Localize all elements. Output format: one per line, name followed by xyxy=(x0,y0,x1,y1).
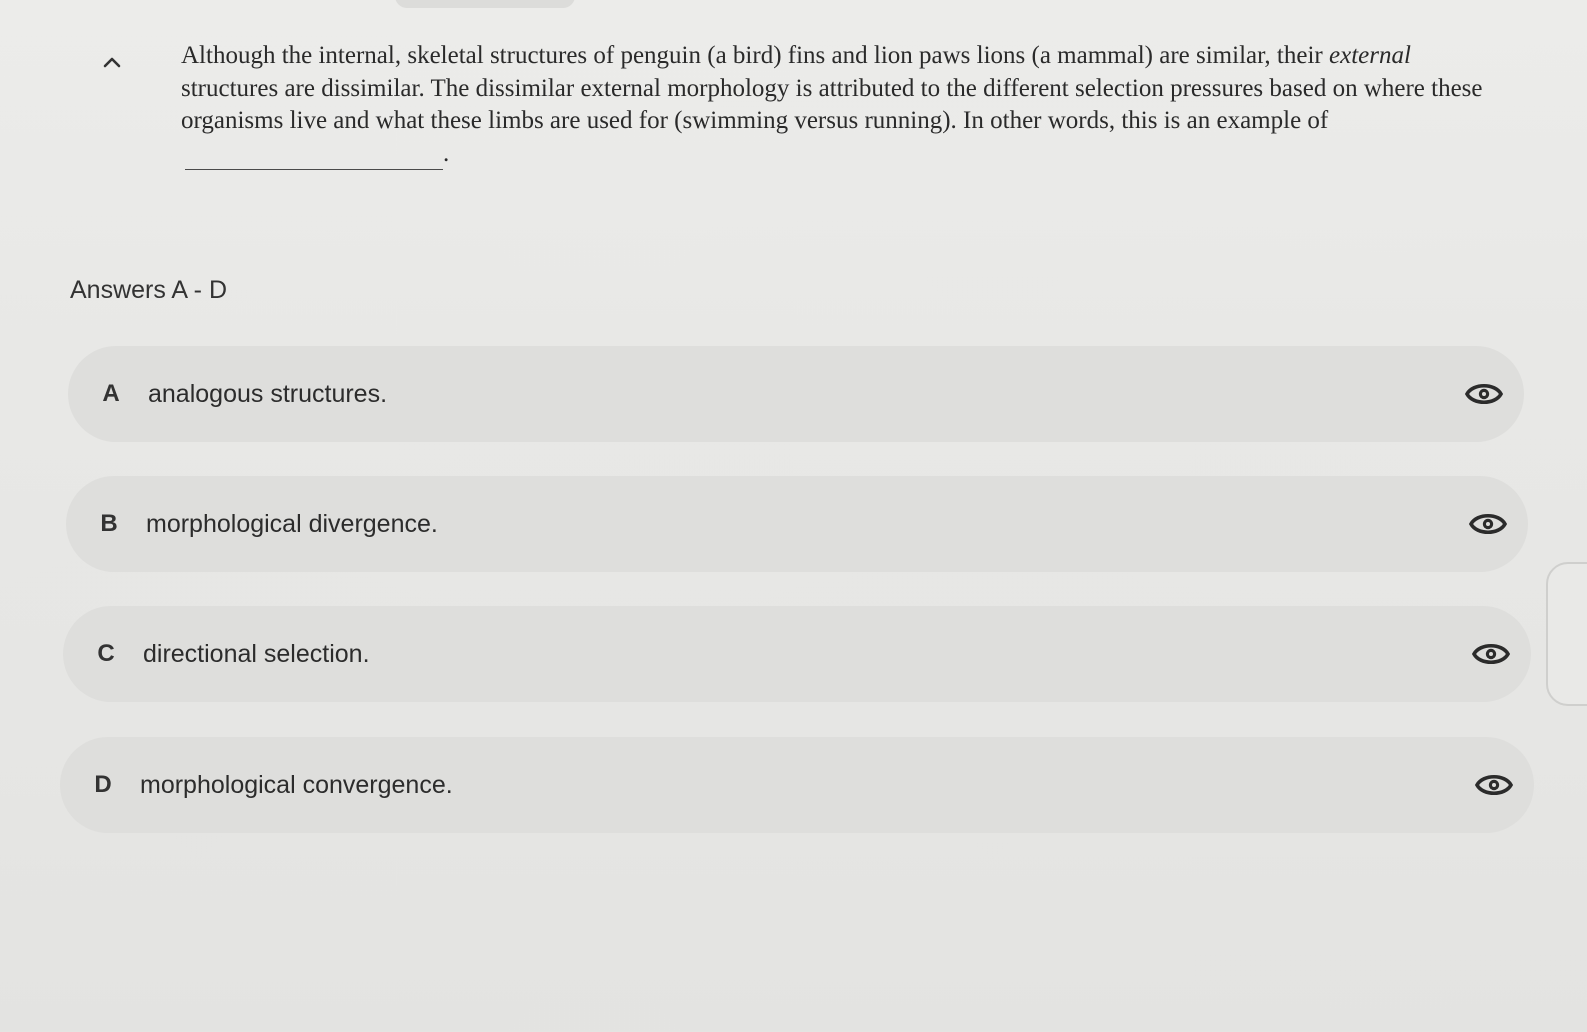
answer-option-d[interactable]: D morphological convergence. xyxy=(60,737,1534,833)
chevron-up-icon xyxy=(103,57,121,68)
collapse-toggle-button[interactable] xyxy=(98,48,126,76)
option-letter: C xyxy=(97,640,115,667)
question-emphasis: external xyxy=(1329,42,1411,69)
option-letter: A xyxy=(102,380,120,407)
option-text: morphological convergence. xyxy=(140,770,453,799)
answer-option-a[interactable]: A analogous structures. xyxy=(68,346,1524,442)
option-text: morphological divergence. xyxy=(146,509,438,538)
answer-blank xyxy=(185,143,443,170)
eye-icon xyxy=(1468,513,1508,535)
question-text-part-2: structures are dissimilar. The dissimila… xyxy=(181,74,1483,135)
top-tab-edge xyxy=(395,0,575,8)
answer-option-c[interactable]: C directional selection. xyxy=(63,606,1531,702)
answers-heading: Answers A - D xyxy=(70,276,227,304)
option-letter: D xyxy=(94,771,112,798)
eye-icon xyxy=(1474,774,1514,796)
side-panel-edge xyxy=(1546,562,1587,706)
option-text: analogous structures. xyxy=(148,379,388,408)
question-text-part-1: Although the internal, skeletal structur… xyxy=(181,42,1329,69)
reveal-button[interactable] xyxy=(1462,372,1506,416)
reveal-button[interactable] xyxy=(1469,632,1513,676)
option-text: directional selection. xyxy=(143,639,370,668)
eye-icon xyxy=(1471,643,1511,665)
option-letter: B xyxy=(100,510,118,537)
reveal-button[interactable] xyxy=(1472,763,1516,807)
reveal-button[interactable] xyxy=(1466,502,1510,546)
question-text-end: . xyxy=(443,139,450,167)
question-text: Although the internal, skeletal structur… xyxy=(181,40,1511,170)
eye-icon xyxy=(1464,383,1504,405)
answer-option-b[interactable]: B morphological divergence. xyxy=(66,476,1528,572)
